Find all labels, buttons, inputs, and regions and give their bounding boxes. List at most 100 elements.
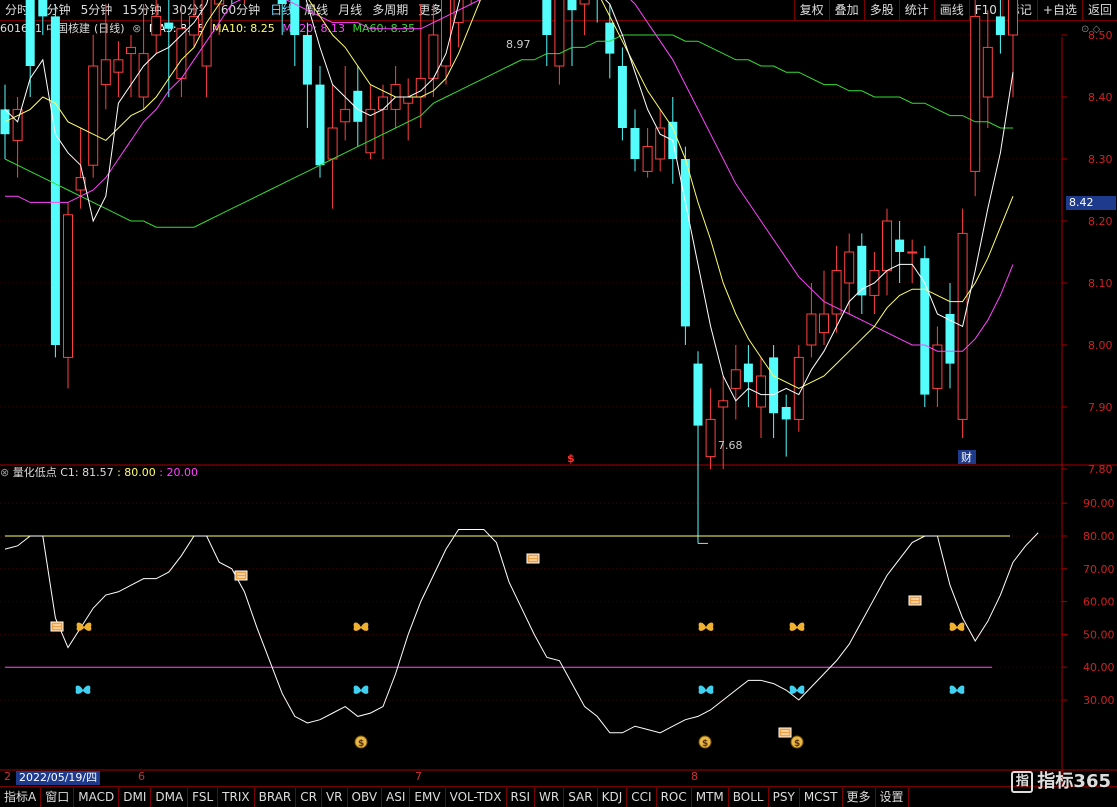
- candle-body: [705, 418, 716, 458]
- signal-flag-icon: [908, 595, 922, 606]
- indicator-tab[interactable]: PSY: [769, 787, 800, 807]
- candle: [693, 351, 703, 544]
- candle-body: [126, 46, 136, 55]
- indicator-tab[interactable]: VOL-TDX: [446, 787, 507, 807]
- money-bag-icon: $: [698, 735, 712, 749]
- logo-icon: 指: [1011, 771, 1034, 793]
- candle-body: [340, 108, 351, 123]
- candle-body: [113, 59, 124, 73]
- price-tick-label: 8.40: [1088, 91, 1113, 104]
- indicator-tab[interactable]: FSL: [188, 787, 219, 807]
- candle: [680, 146, 690, 345]
- candle-body: [315, 84, 325, 166]
- indicator-name: 量化低点: [12, 466, 57, 479]
- candle: [756, 357, 766, 438]
- candle: [63, 202, 73, 389]
- event-s-mark[interactable]: $: [567, 452, 575, 465]
- signal-flag-icon: [526, 553, 540, 564]
- candle: [151, 0, 162, 54]
- candle-body: [895, 239, 905, 252]
- indicator-tab[interactable]: TRIX: [218, 787, 255, 807]
- candle-body: [730, 369, 741, 389]
- gold-butterfly-icon-shape: [949, 622, 965, 631]
- blue-butterfly-icon: [789, 685, 805, 694]
- indicator-tab[interactable]: CCI: [627, 787, 657, 807]
- kline-chart[interactable]: 8.808.708.608.508.408.308.208.108.007.90…: [0, 0, 1117, 806]
- candle: [596, 0, 598, 23]
- indicator-tab[interactable]: WR: [535, 787, 565, 807]
- finance-mark[interactable]: 财: [961, 450, 972, 464]
- indicator-tab[interactable]: DMI: [119, 787, 152, 807]
- indicator-tab[interactable]: 更多: [843, 787, 876, 807]
- brand-logo: 指指标365: [1011, 767, 1111, 793]
- candle: [138, 4, 149, 110]
- candle: [38, 0, 48, 35]
- indicator-tab[interactable]: MTM: [692, 787, 729, 807]
- indicator-tab[interactable]: 指标A: [0, 787, 42, 807]
- candle: [88, 35, 99, 178]
- candle: [982, 10, 993, 128]
- candle-body: [554, 0, 565, 67]
- selected-date: 2022/05/19/四: [16, 771, 101, 785]
- indicator-tab[interactable]: BOLL: [729, 787, 769, 807]
- blue-butterfly-icon-shape: [949, 685, 965, 694]
- indicator-toggle-icon[interactable]: ⊗: [0, 466, 9, 479]
- indicator-tab[interactable]: KDJ: [598, 787, 628, 807]
- indicator-tab[interactable]: ROC: [657, 787, 692, 807]
- indicator-tab[interactable]: BRAR: [255, 787, 297, 807]
- candle-body: [25, 0, 35, 66]
- candle: [743, 345, 753, 407]
- candle-body: [579, 0, 590, 5]
- indicator-tab[interactable]: SAR: [564, 787, 598, 807]
- candle: [630, 109, 640, 172]
- indicator-tab[interactable]: EMV: [410, 787, 446, 807]
- candle: [781, 394, 791, 457]
- candle: [201, 0, 212, 97]
- candle-body: [176, 28, 187, 79]
- blue-butterfly-icon-shape: [789, 685, 805, 694]
- signal-flag-icon-shape: [778, 727, 792, 738]
- candle-body: [743, 363, 753, 383]
- candle: [243, 0, 245, 4]
- money-bag-icon-glyph: $: [358, 739, 364, 749]
- candle: [554, 0, 565, 85]
- gold-butterfly-icon-shape: [698, 622, 714, 631]
- candle: [617, 47, 627, 141]
- ma10-line: [4, 0, 1014, 389]
- indicator-tick-label: 70.00: [1083, 563, 1115, 576]
- indicator-tab[interactable]: 设置: [876, 787, 909, 807]
- candle-body: [882, 220, 892, 272]
- indicator-tab[interactable]: RSI: [507, 787, 536, 807]
- indicator-tab[interactable]: MACD: [74, 787, 120, 807]
- candle-body: [542, 0, 552, 35]
- blue-butterfly-icon-shape: [353, 685, 369, 694]
- logo-text: 指标365: [1037, 771, 1111, 792]
- indicator-tab[interactable]: CR: [296, 787, 322, 807]
- candle-body: [50, 16, 60, 346]
- candle-body: [201, 0, 212, 67]
- indicator-tab[interactable]: VR: [322, 787, 348, 807]
- indicator-tab[interactable]: OBV: [348, 787, 383, 807]
- gold-butterfly-icon: [949, 622, 965, 631]
- candle: [403, 78, 414, 141]
- candle: [453, 0, 464, 48]
- candle-body: [63, 214, 73, 358]
- indicator-tab[interactable]: MCST: [800, 787, 843, 807]
- line80-value: : 80.00: [117, 466, 156, 479]
- signal-flag-icon-shape: [908, 595, 922, 606]
- candle-body: [100, 59, 111, 86]
- candle: [819, 270, 829, 345]
- signal-flag-icon-shape: [50, 621, 64, 632]
- indicator-tab[interactable]: 窗口: [41, 787, 75, 807]
- indicator-tick-label: 50.00: [1083, 628, 1115, 641]
- indicator-tab[interactable]: ASI: [382, 787, 411, 807]
- money-bag-icon: $: [354, 735, 368, 749]
- candle: [567, 0, 577, 66]
- candle: [327, 84, 338, 209]
- indicator-tab[interactable]: DMA: [151, 787, 189, 807]
- candle: [542, 0, 552, 66]
- current-price-tag: 8.42: [1066, 196, 1116, 210]
- blue-butterfly-icon-shape: [75, 685, 91, 694]
- candle-body: [38, 0, 48, 17]
- gold-butterfly-icon: [789, 622, 805, 631]
